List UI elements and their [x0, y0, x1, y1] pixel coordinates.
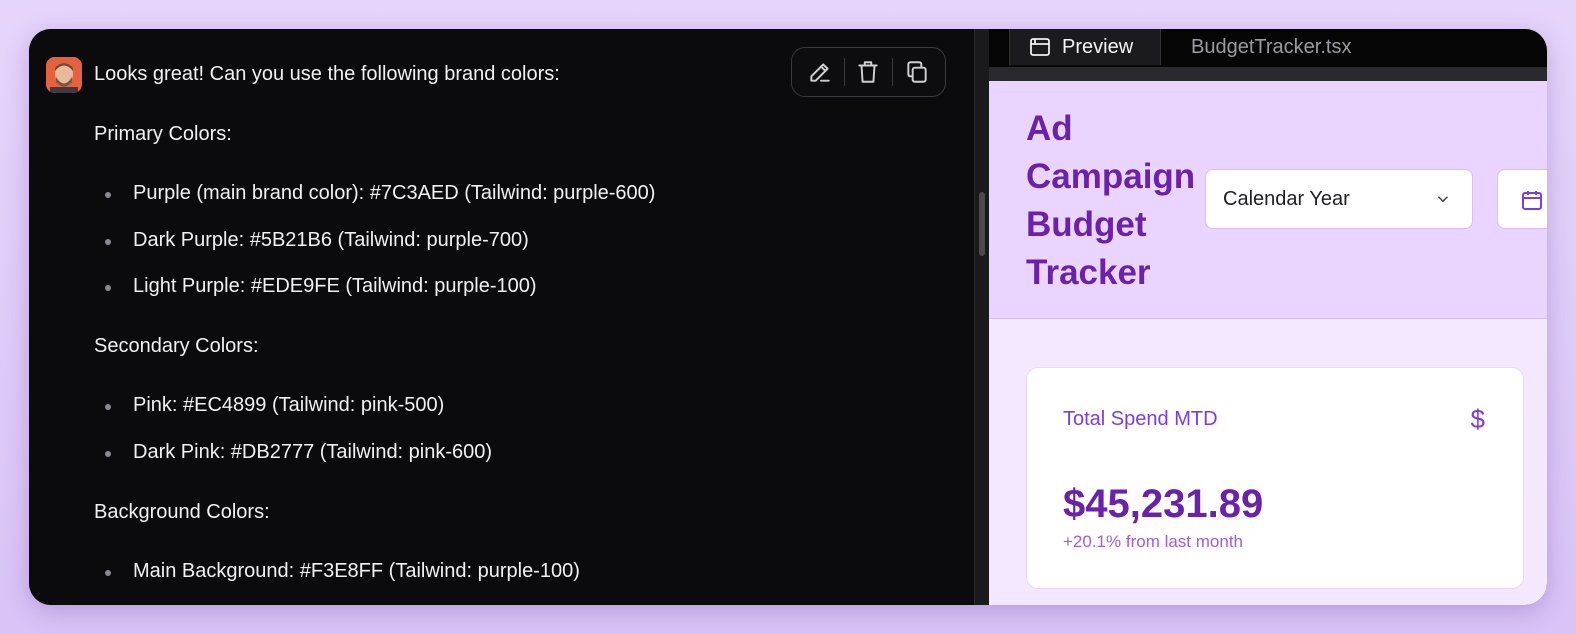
list-item: Light Purple: #EDE9FE (Tailwind: purple-… — [105, 275, 537, 297]
preview-pane: Preview BudgetTracker.tsx Ad Campaign Bu… — [989, 29, 1547, 605]
card-delta: +20.1% from last month — [1063, 532, 1244, 551]
user-avatar — [46, 57, 82, 93]
tab-preview[interactable]: Preview — [1009, 29, 1161, 65]
list-item: Purple (main brand color): #7C3AED (Tail… — [104, 182, 656, 204]
action-separator — [843, 58, 845, 86]
app-header: Ad Campaign Budget Tracker Calendar Year — [989, 81, 1547, 319]
calendar-icon — [1522, 191, 1542, 210]
window-icon — [1030, 38, 1050, 56]
page-title: Ad Campaign Budget Tracker — [1026, 109, 1196, 292]
tab-label: Preview — [1062, 35, 1134, 58]
secondary-colors-heading: Secondary Colors: — [94, 335, 259, 357]
background-colors-heading: Background Colors: — [94, 501, 270, 523]
copy-icon — [907, 61, 927, 83]
tab-bar: Preview BudgetTracker.tsx — [989, 29, 1547, 67]
dollar-icon: $ — [1470, 404, 1485, 434]
chat-pane: Looks great! Can you use the following b… — [29, 29, 979, 605]
tab-label: BudgetTracker.tsx — [1191, 35, 1352, 58]
list-item: Dark Purple: #5B21B6 (Tailwind: purple-7… — [105, 229, 529, 251]
card-title: Total Spend MTD — [1063, 408, 1218, 430]
pane-divider[interactable] — [974, 29, 989, 605]
total-spend-card: Total Spend MTD $ $45,231.89 +20.1% from… — [1026, 367, 1524, 589]
delete-button[interactable] — [848, 52, 888, 92]
tab-code-file[interactable]: BudgetTracker.tsx — [1191, 29, 1351, 65]
card-value: $45,231.89 — [1063, 482, 1264, 526]
period-select-value: Calendar Year — [1223, 187, 1350, 210]
chevron-down-icon — [1437, 196, 1449, 203]
tab-strip — [989, 67, 1547, 81]
action-separator — [892, 58, 894, 86]
edit-button[interactable] — [800, 52, 840, 92]
trash-icon — [858, 61, 879, 83]
primary-colors-heading: Primary Colors: — [94, 123, 232, 145]
copy-button[interactable] — [897, 52, 937, 92]
list-item: Dark Pink: #DB2777 (Tailwind: pink-600) — [104, 441, 493, 463]
date-picker-button[interactable] — [1497, 169, 1547, 229]
app-window: Looks great! Can you use the following b… — [29, 29, 1547, 605]
pencil-icon — [810, 63, 830, 82]
scrollbar-thumb[interactable] — [979, 192, 985, 256]
list-item: Main Background: #F3E8FF (Tailwind: purp… — [105, 560, 580, 582]
list-item: Pink: #EC4899 (Tailwind: pink-500) — [104, 394, 445, 416]
message-intro: Looks great! Can you use the following b… — [94, 63, 560, 85]
period-select[interactable]: Calendar Year — [1205, 169, 1473, 229]
message-actions — [791, 47, 946, 97]
